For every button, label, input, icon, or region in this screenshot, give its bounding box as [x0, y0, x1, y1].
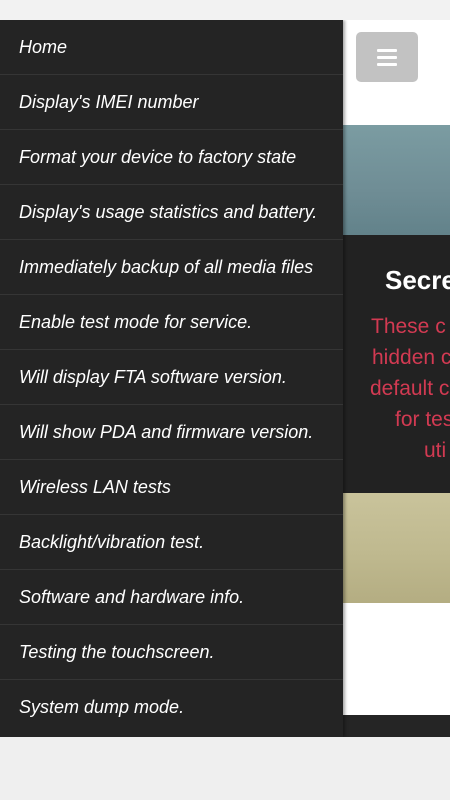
status-bar: [0, 0, 450, 21]
panel-text: These c hidden c default c for tes uti: [343, 311, 450, 466]
menu-toggle-button[interactable]: [356, 32, 418, 82]
panel-text-line: hidden c: [372, 346, 450, 369]
drawer-item-wireless-lan[interactable]: Wireless LAN tests: [0, 460, 343, 515]
panel-title: Secre: [385, 265, 450, 295]
drawer-item-software-hardware[interactable]: Software and hardware info.: [0, 570, 343, 625]
drawer-item-media-backup[interactable]: Immediately backup of all media files: [0, 240, 343, 295]
hero-image-top: [343, 125, 450, 235]
navigation-drawer: Home Display's IMEI number Format your d…: [0, 20, 343, 737]
drawer-item-imei[interactable]: Display's IMEI number: [0, 75, 343, 130]
drawer-item-touchscreen[interactable]: Testing the touchscreen.: [0, 625, 343, 680]
info-panel: Secre These c hidden c default c for tes…: [343, 235, 450, 493]
drawer-menu-list: Home Display's IMEI number Format your d…: [0, 20, 343, 735]
main-content: Secre These c hidden c default c for tes…: [343, 20, 450, 737]
drawer-item-home[interactable]: Home: [0, 20, 343, 75]
panel-text-line: uti: [424, 439, 447, 462]
panel-text-line: for tes: [395, 408, 450, 431]
bottom-area: [0, 737, 450, 800]
hero-image-bottom: [343, 493, 450, 603]
drawer-item-pda-firmware[interactable]: Will show PDA and firmware version.: [0, 405, 343, 460]
panel-text-line: These c: [371, 315, 446, 338]
drawer-item-backlight-vibration[interactable]: Backlight/vibration test.: [0, 515, 343, 570]
hamburger-icon: [377, 48, 397, 66]
drawer-item-usage-statistics[interactable]: Display's usage statistics and battery.: [0, 185, 343, 240]
drawer-item-fta-version[interactable]: Will display FTA software version.: [0, 350, 343, 405]
footer-bar: [343, 715, 450, 737]
drawer-item-system-dump[interactable]: System dump mode.: [0, 680, 343, 735]
drawer-item-factory-reset[interactable]: Format your device to factory state: [0, 130, 343, 185]
panel-text-line: default c: [370, 377, 450, 400]
app-area: Secre These c hidden c default c for tes…: [0, 20, 450, 737]
drawer-item-test-mode[interactable]: Enable test mode for service.: [0, 295, 343, 350]
